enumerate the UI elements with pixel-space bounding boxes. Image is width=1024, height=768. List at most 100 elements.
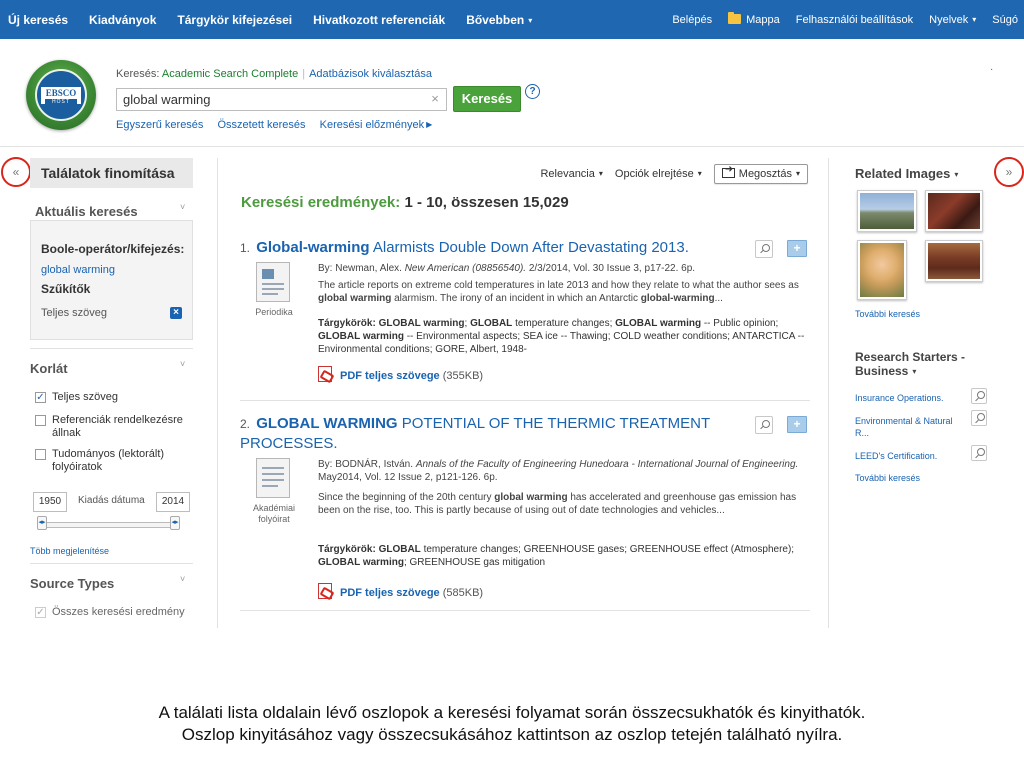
nav-more-menu[interactable]: Bővebben ▾ <box>466 13 532 27</box>
search-database-name[interactable]: Academic Search Complete <box>162 68 298 80</box>
ebsco-host-logo[interactable]: EBSCO HOST <box>26 60 96 130</box>
nav-new-search[interactable]: Új keresés <box>8 13 68 27</box>
preview-icon[interactable] <box>971 388 987 404</box>
date-slider-handle-to[interactable]: ◂▸ <box>170 516 180 530</box>
search-input[interactable] <box>116 88 447 111</box>
preview-icon[interactable] <box>755 416 773 434</box>
nav-publications[interactable]: Kiadványok <box>89 13 156 27</box>
date-from-input[interactable]: 1950 <box>33 492 67 512</box>
date-slider-handle-from[interactable]: ◂▸ <box>37 516 47 530</box>
boolean-phrase-value[interactable]: global warming <box>41 264 115 276</box>
nav-cited-references[interactable]: Hivatkozott referenciák <box>313 13 445 27</box>
add-to-folder-icon[interactable]: + <box>787 240 807 257</box>
date-to-input[interactable]: 2014 <box>156 492 190 512</box>
limiter-full-text: Teljes szöveg <box>41 307 108 319</box>
search-button[interactable]: Keresés <box>453 86 521 112</box>
results-count: 1 - 10, összesen 15,029 <box>404 194 569 211</box>
decorative-dot: · <box>990 64 994 75</box>
search-history-link[interactable]: Keresési előzmények ▶ <box>320 119 433 131</box>
remove-limiter-icon[interactable]: × <box>170 307 182 319</box>
research-starters-title[interactable]: Research Starters - Business ▾ <box>855 350 995 379</box>
nav-preferences[interactable]: Felhasználói beállítások <box>796 14 913 26</box>
nav-sign-in[interactable]: Belépés <box>672 14 712 26</box>
result-title[interactable]: 1. Global-warming Alarmists Double Down … <box>240 238 760 258</box>
research-starter-link[interactable]: Environmental & Natural R... <box>855 415 965 439</box>
limit-to-title[interactable]: Korlát <box>30 361 68 376</box>
nav-folder[interactable]: Mappa <box>728 11 780 26</box>
result-title-rest[interactable]: Alarmists Double Down After Devastating … <box>370 239 689 256</box>
current-search-title[interactable]: Aktuális keresés <box>35 204 138 219</box>
source-all-results-option[interactable]: ✓ Összes keresési eredmény <box>35 606 197 619</box>
pdf-size: (585KB) <box>442 587 484 599</box>
help-icon[interactable]: ? <box>525 84 540 99</box>
full-text-checkbox[interactable]: ✓ <box>35 392 46 403</box>
chevron-down-icon[interactable]: ˅ <box>180 574 185 584</box>
nav-subject-terms[interactable]: Tárgykör kifejezései <box>177 13 292 27</box>
portrait-woman-image <box>860 243 904 297</box>
nav-languages-menu[interactable]: Nyelvek ▾ <box>929 14 976 26</box>
related-images-label: Related Images <box>855 166 951 181</box>
source-types-title[interactable]: Source Types <box>30 576 114 591</box>
subject-highlight[interactable]: GLOBAL warming <box>615 318 701 329</box>
sort-relevance-dropdown[interactable]: Relevancia ▾ <box>540 168 602 180</box>
scholarly-checkbox[interactable] <box>35 449 46 460</box>
share-button[interactable]: Megosztás▾ <box>713 164 808 184</box>
pdf-full-text-link[interactable]: PDF teljes szövege (585KB) <box>318 583 483 599</box>
add-to-folder-icon[interactable]: + <box>787 416 807 433</box>
subject-highlight[interactable]: GLOBAL warming <box>318 331 404 342</box>
related-image-thumbnail[interactable] <box>925 240 983 282</box>
collapse-right-column-button[interactable]: » <box>994 157 1024 187</box>
date-slider-track[interactable] <box>37 522 180 528</box>
checkbox-label: Referenciák rendelkezésre állnak <box>52 414 183 439</box>
subjects-text: -- Public opinion; <box>701 318 779 329</box>
result-item: 1. Global-warming Alarmists Double Down … <box>240 238 815 398</box>
advanced-search-link[interactable]: Összetett keresés <box>218 119 306 131</box>
preview-icon[interactable] <box>755 240 773 258</box>
publication-date-label: Kiadás dátuma <box>78 495 145 506</box>
preview-icon[interactable] <box>971 410 987 426</box>
abstract-text: Since the beginning of the 20th century <box>318 492 495 503</box>
chevron-down-icon[interactable]: ˅ <box>180 202 185 212</box>
subject-highlight[interactable]: GLOBAL <box>470 318 512 329</box>
byline-source: New American (08856540). <box>404 263 527 274</box>
research-starters-label: Research Starters - <box>855 350 966 364</box>
subject-highlight[interactable]: GLOBAL warming <box>318 557 404 568</box>
related-image-thumbnail[interactable] <box>857 240 907 300</box>
chevron-down-icon: ▾ <box>528 15 533 25</box>
related-image-thumbnail[interactable] <box>857 190 917 232</box>
references-checkbox[interactable] <box>35 415 46 426</box>
pdf-link-label[interactable]: PDF teljes szövege <box>340 370 440 382</box>
result-title[interactable]: 2. GLOBAL WARMING POTENTIAL OF THE THERM… <box>240 414 760 453</box>
related-image-thumbnail[interactable] <box>925 190 983 232</box>
more-images-search-link[interactable]: További keresés <box>855 309 920 319</box>
limit-full-text-option[interactable]: ✓ Teljes szöveg <box>35 391 197 404</box>
result-title-highlight[interactable]: Global-warming <box>256 239 369 256</box>
research-starter-link[interactable]: LEED's Certification. <box>855 450 965 462</box>
basic-search-link[interactable]: Egyszerű keresés <box>116 119 203 131</box>
chevron-down-icon[interactable]: ˅ <box>180 359 185 369</box>
clear-search-icon[interactable]: × <box>427 90 443 108</box>
result-abstract: The article reports on extreme cold temp… <box>318 279 808 305</box>
choose-databases-link[interactable]: Adatbázisok kiválasztása <box>309 68 432 80</box>
more-research-search-link[interactable]: További keresés <box>855 473 920 483</box>
subject-highlight[interactable]: GLOBAL warming <box>379 318 465 329</box>
result-title-highlight[interactable]: GLOBAL WARMING <box>256 415 397 432</box>
related-images-title[interactable]: Related Images ▾ <box>855 166 958 181</box>
preview-icon[interactable] <box>971 445 987 461</box>
search-label: Keresés: <box>116 68 160 80</box>
collapse-left-column-button[interactable]: « <box>1 157 31 187</box>
limit-scholarly-option[interactable]: Tudományos (lektorált) folyóiratok <box>35 448 197 474</box>
header-divider <box>0 146 1024 147</box>
assembly-hall-image <box>928 243 980 279</box>
all-results-checkbox[interactable]: ✓ <box>35 607 46 618</box>
show-more-link[interactable]: Több megjelenítése <box>30 546 109 556</box>
research-starter-link[interactable]: Insurance Operations. <box>855 392 965 404</box>
subject-highlight[interactable]: GLOBAL <box>379 544 421 555</box>
nav-help[interactable]: Súgó <box>992 14 1018 26</box>
result-divider <box>240 610 810 611</box>
page-options-dropdown[interactable]: Opciók elrejtése ▾ <box>615 168 702 180</box>
pdf-link-label[interactable]: PDF teljes szövege <box>340 587 440 599</box>
byline-details: 2/3/2014, Vol. 30 Issue 3, p17-22. 6p. <box>526 263 696 274</box>
pdf-full-text-link[interactable]: PDF teljes szövege (355KB) <box>318 366 483 382</box>
limit-references-option[interactable]: Referenciák rendelkezésre állnak <box>35 414 197 440</box>
